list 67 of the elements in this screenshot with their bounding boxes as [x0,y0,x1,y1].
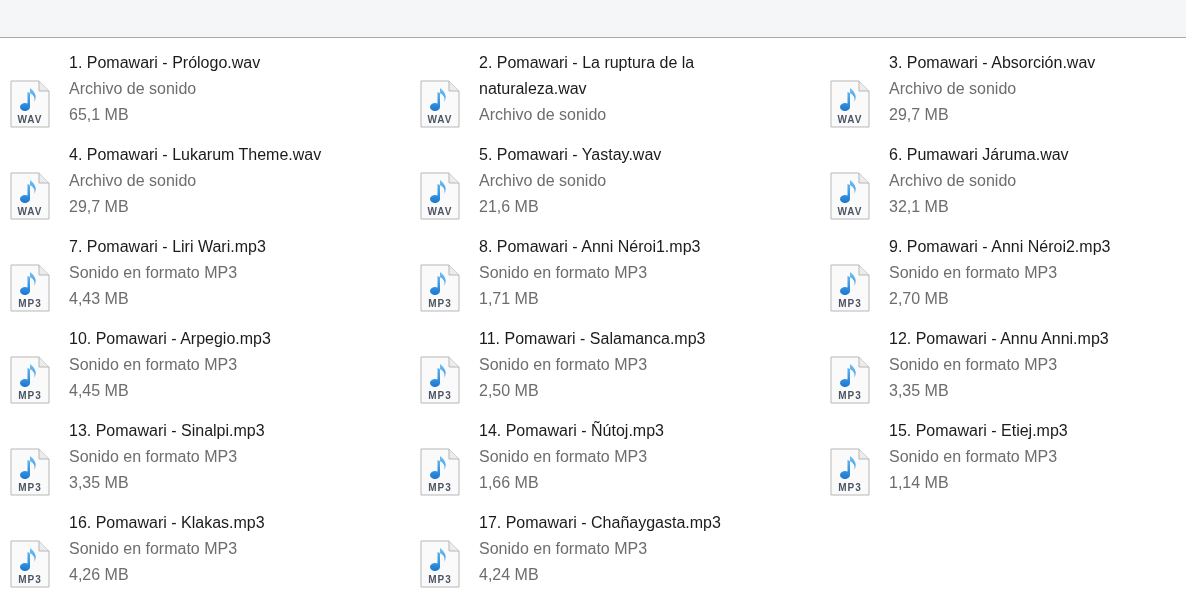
file-name: 8. Pomawari - Anni Néroi1.mp3 [479,237,701,257]
audio-file-icon: MP3 [420,540,460,588]
file-type: Archivo de sonido [479,105,608,125]
file-size: 21,6 MB [479,197,540,217]
audio-file-icon: WAV [830,80,870,128]
file-name: 6. Pumawari Járuma.wav [889,145,1069,165]
file-size: 3,35 MB [889,381,950,401]
file-size: 32,1 MB [889,197,950,217]
audio-file-icon: WAV [830,172,870,220]
file-size: 29,7 MB [69,197,130,217]
file-name: 7. Pomawari - Liri Wari.mp3 [69,237,266,257]
file-size: 4,24 MB [479,565,540,585]
file-type: Sonido en formato MP3 [479,355,649,375]
file-name: 14. Pomawari - Ñútoj.mp3 [479,420,664,441]
audio-file-icon: MP3 [420,356,460,404]
file-size: 2,70 MB [889,289,950,309]
file-name: 15. Pomawari - Etiej.mp3 [889,421,1068,441]
audio-file-icon: MP3 [830,448,870,496]
audio-file-icon: WAV [420,80,460,128]
file-name: 17. Pomawari - Chañaygasta.mp3 [479,513,721,533]
file-type: Archivo de sonido [69,171,198,191]
file-type: Sonido en formato MP3 [479,539,649,559]
file-name: 12. Pomawari - Annu Anni.mp3 [889,329,1109,349]
file-type: Sonido en formato MP3 [479,447,649,467]
file-type: Sonido en formato MP3 [69,263,239,283]
file-type: Sonido en formato MP3 [69,447,239,467]
file-size: 29,7 MB [889,105,950,125]
audio-file-icon: MP3 [830,264,870,312]
file-type: Sonido en formato MP3 [889,355,1059,375]
audio-file-icon: WAV [420,172,460,220]
audio-file-icon: WAV [10,80,50,128]
file-name: 9. Pomawari - Anni Néroi2.mp3 [889,237,1111,257]
file-name: 5. Pomawari - Yastay.wav [479,145,662,165]
audio-file-icon: MP3 [10,264,50,312]
file-name: 10. Pomawari - Arpegio.mp3 [69,329,271,349]
audio-file-icon: WAV [10,172,50,220]
file-type: Archivo de sonido [889,171,1018,191]
file-size: 65,1 MB [69,105,130,125]
file-name: 16. Pomawari - Klakas.mp3 [69,513,265,533]
file-type: Sonido en formato MP3 [69,355,239,375]
audio-file-icon: MP3 [10,448,50,496]
file-type: Sonido en formato MP3 [889,447,1059,467]
file-name: 3. Pomawari - Absorción.wav [889,53,1096,73]
file-name: 4. Pomawari - Lukarum Theme.wav [69,145,322,165]
audio-file-icon: MP3 [420,264,460,312]
file-name: 11. Pomawari - Salamanca.mp3 [479,329,706,349]
file-size: 1,71 MB [479,289,540,309]
audio-file-icon: MP3 [830,356,870,404]
audio-file-icon: MP3 [420,448,460,496]
file-type: Sonido en formato MP3 [889,263,1059,283]
audio-file-icon: MP3 [10,356,50,404]
file-size: 1,14 MB [889,473,950,493]
file-type: Archivo de sonido [69,79,198,99]
file-type: Sonido en formato MP3 [479,263,649,283]
audio-file-icon: MP3 [10,540,50,588]
file-size: 4,43 MB [69,289,130,309]
file-name: 13. Pomawari - Sinalpi.mp3 [69,421,265,441]
file-name: 1. Pomawari - Prólogo.wav [69,53,261,73]
file-type: Archivo de sonido [479,171,608,191]
file-size: 1,66 MB [479,473,540,493]
file-size: 4,26 MB [69,565,130,585]
file-type: Archivo de sonido [889,79,1018,99]
file-size: 3,35 MB [69,473,130,493]
file-size: 2,50 MB [479,381,540,401]
file-type: Sonido en formato MP3 [69,539,239,559]
file-name: 2. Pomawari - La ruptura de la naturaleza.wav [479,53,696,99]
file-size: 4,45 MB [69,381,130,401]
